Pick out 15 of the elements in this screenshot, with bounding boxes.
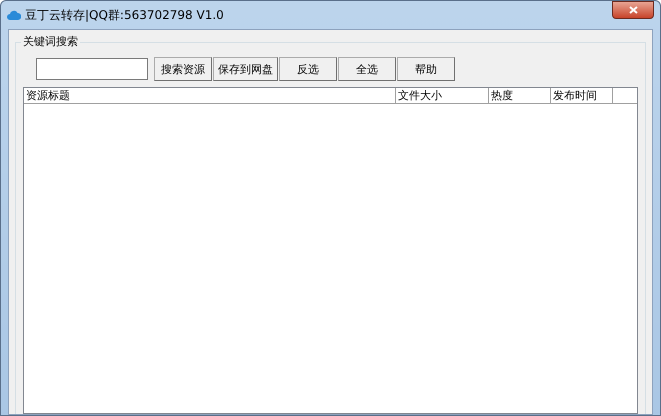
close-icon	[628, 6, 638, 14]
column-header[interactable]: 热度	[489, 88, 551, 103]
toolbar-button[interactable]: 反选	[279, 57, 337, 81]
window-title: 豆丁云转存|QQ群:563702798 V1.0	[25, 6, 224, 24]
keyword-field[interactable]	[36, 58, 148, 80]
close-button[interactable]	[612, 1, 654, 19]
toolbar-button[interactable]: 全选	[338, 57, 396, 81]
column-header[interactable]: 发布时间	[551, 88, 613, 103]
column-header[interactable]: 资源标题	[24, 88, 396, 103]
toolbar-button[interactable]: 保存到网盘	[213, 57, 278, 81]
cloud-icon	[7, 10, 21, 20]
group-title: 关键词搜索	[21, 34, 80, 49]
toolbar-button[interactable]: 帮助	[397, 57, 455, 81]
toolbar-button[interactable]: 搜索资源	[154, 57, 212, 81]
column-header[interactable]: 文件大小	[396, 88, 489, 103]
